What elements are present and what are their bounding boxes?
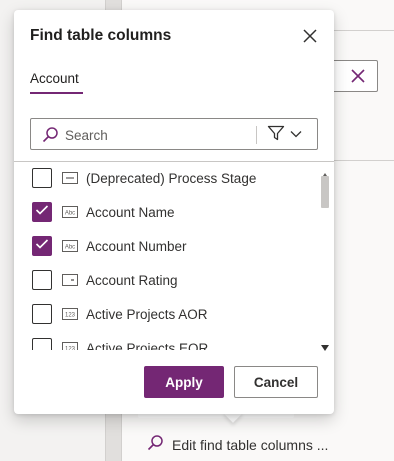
checkbox[interactable] <box>32 338 52 350</box>
filter-icon <box>267 125 285 146</box>
search-box <box>30 118 318 150</box>
option-set-icon <box>62 274 78 286</box>
checkbox[interactable] <box>32 270 52 290</box>
search-separator <box>256 126 257 144</box>
text-abc-icon: Abc <box>62 206 78 218</box>
number-123-icon: 123 <box>62 342 78 350</box>
tab-account[interactable]: Account <box>30 71 79 92</box>
column-option[interactable]: 123 Active Projects AOR <box>32 302 208 326</box>
column-option[interactable]: Account Rating <box>32 268 178 292</box>
columns-list: (Deprecated) Process Stage Abc Account N… <box>14 162 334 350</box>
svg-text:Abc: Abc <box>65 211 75 217</box>
checkbox-checked[interactable] <box>32 236 52 256</box>
svg-text:123: 123 <box>65 347 76 351</box>
apply-button[interactable]: Apply <box>144 366 224 398</box>
column-option[interactable]: 123 Active Projects EOR <box>32 336 208 350</box>
chevron-down-icon <box>289 126 303 144</box>
column-option[interactable]: Abc Account Number <box>32 234 187 258</box>
close-button[interactable] <box>300 26 320 46</box>
svg-text:123: 123 <box>65 313 76 319</box>
edit-find-columns-label: Edit find table columns ... <box>172 436 329 453</box>
search-input[interactable] <box>65 125 265 145</box>
cancel-button[interactable]: Cancel <box>234 366 318 398</box>
list-scrollbar[interactable] <box>318 162 332 351</box>
clear-icon[interactable] <box>349 67 367 90</box>
column-option[interactable]: Abc Account Name <box>32 200 175 224</box>
checkbox-checked[interactable] <box>32 202 52 222</box>
column-label: Account Number <box>86 238 187 254</box>
close-icon <box>300 29 320 50</box>
checkmark-icon <box>35 237 49 255</box>
column-label: Account Name <box>86 204 175 220</box>
find-columns-dialog: Find table columns Account (Deprec <box>14 10 334 414</box>
text-abc-icon: Abc <box>62 240 78 252</box>
column-label: Account Rating <box>86 272 178 288</box>
column-label: Active Projects AOR <box>86 306 208 322</box>
filter-button[interactable] <box>267 125 315 145</box>
column-option[interactable]: (Deprecated) Process Stage <box>32 166 256 190</box>
number-123-icon: 123 <box>62 308 78 320</box>
column-label: Active Projects EOR <box>86 340 209 351</box>
search-icon <box>41 126 59 149</box>
search-icon <box>146 434 164 455</box>
scroll-thumb[interactable] <box>321 176 329 208</box>
checkbox[interactable] <box>32 304 52 324</box>
checkbox[interactable] <box>32 168 52 188</box>
edit-find-columns-link[interactable]: Edit find table columns ... <box>146 434 328 455</box>
option-set-icon <box>62 172 78 184</box>
scroll-up-arrow-icon[interactable] <box>321 166 329 179</box>
dialog-title: Find table columns <box>30 27 172 44</box>
svg-text:Abc: Abc <box>65 245 75 251</box>
checkmark-icon <box>35 203 49 221</box>
column-label: (Deprecated) Process Stage <box>86 170 257 186</box>
scroll-down-arrow-icon[interactable] <box>321 338 329 351</box>
tab-underline <box>30 92 83 94</box>
